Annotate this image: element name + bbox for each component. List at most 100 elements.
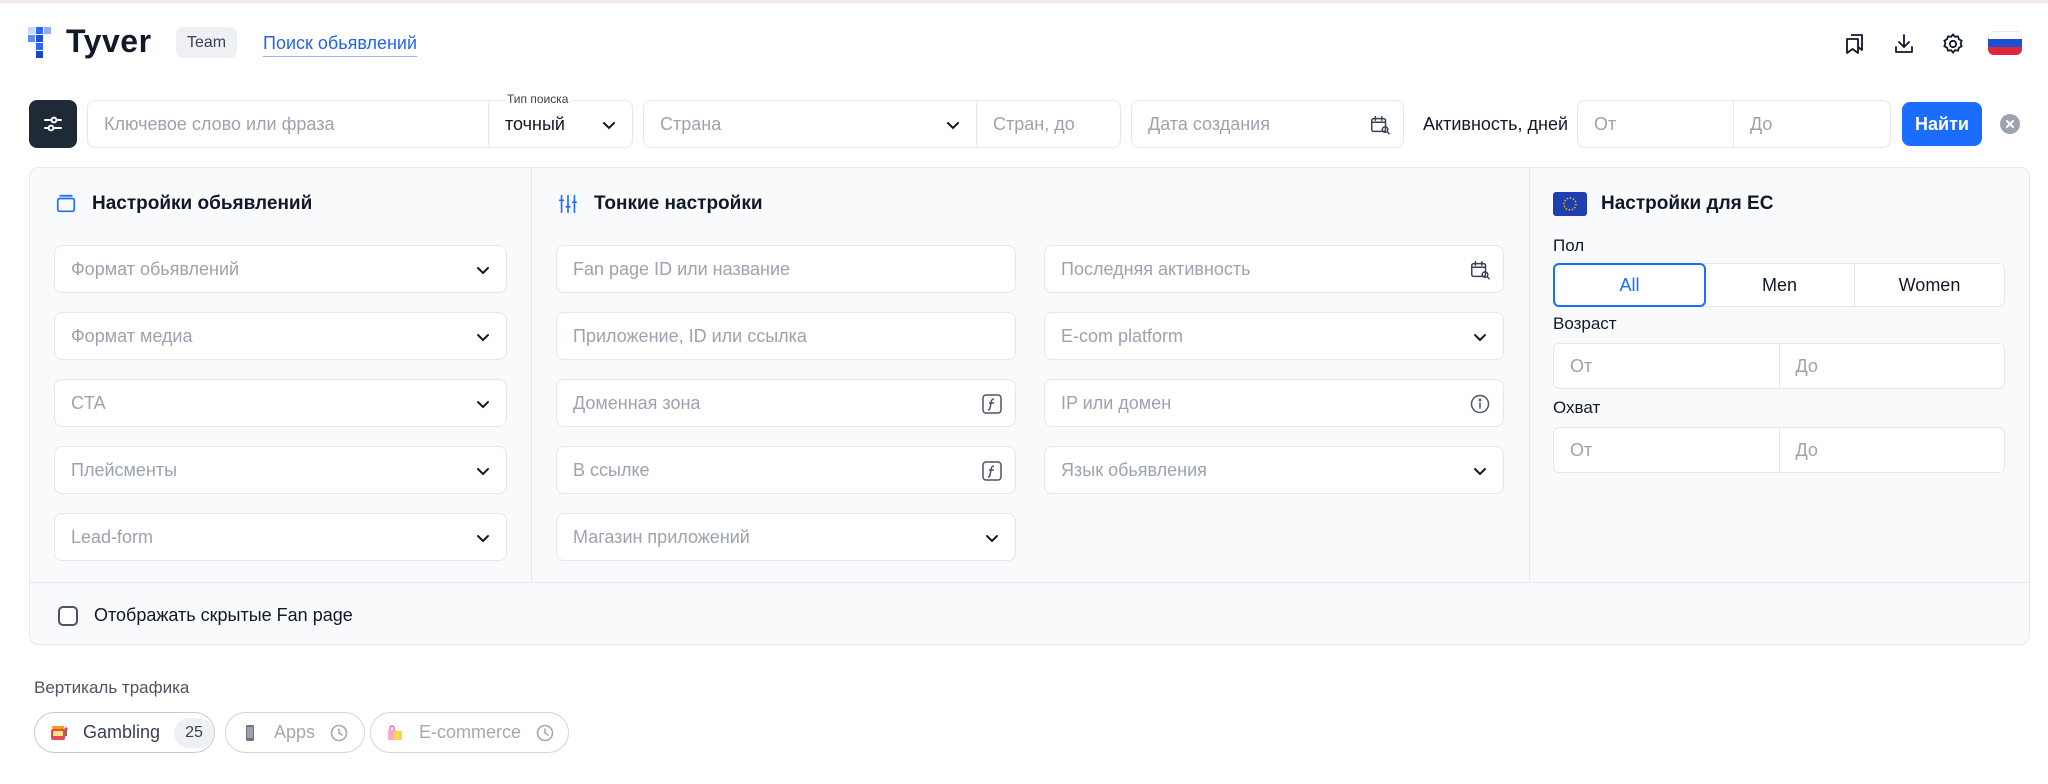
gender-option-men[interactable]: Men	[1705, 264, 1855, 306]
chip-gambling[interactable]: Gambling 25	[34, 712, 215, 753]
keyword-placeholder: Ключевое слово или фраза	[104, 113, 335, 134]
placements-placeholder: Плейсменты	[71, 459, 178, 480]
sliders-icon	[44, 116, 62, 132]
country-placeholder: Страна	[660, 113, 722, 134]
activity-to-placeholder: До	[1750, 113, 1773, 134]
chevron-down-icon	[477, 267, 489, 275]
last-activity-placeholder: Последняя активность	[1061, 258, 1251, 279]
ad-format-placeholder: Формат обьявлений	[71, 258, 240, 279]
eu-settings-title: Настройки для ЕС	[1601, 193, 1774, 214]
filters-toggle-button[interactable]	[29, 100, 77, 148]
eu-flag-icon	[1553, 192, 1587, 216]
show-hidden-label[interactable]: Отображать скрытые Fan page	[94, 605, 353, 626]
slot-machine-icon	[49, 723, 69, 743]
created-date-input[interactable]: Дата создания	[1131, 100, 1404, 148]
clear-search-icon[interactable]	[2000, 114, 2020, 134]
lead-form-placeholder: Lead-form	[71, 526, 154, 547]
media-format-placeholder: Формат медиа	[71, 325, 193, 346]
reach-range: От До	[1553, 427, 2005, 473]
chip-ecommerce[interactable]: E-commerce	[370, 712, 569, 753]
in-link-input[interactable]: В ссылке	[556, 446, 1016, 494]
brand-logo[interactable]: Tyver	[28, 23, 178, 63]
chevron-down-icon	[603, 122, 615, 130]
country-select[interactable]: Страна	[643, 100, 977, 148]
tuning-sliders-icon	[556, 192, 580, 216]
function-icon	[982, 394, 1002, 414]
activity-from-placeholder: От	[1594, 113, 1617, 134]
info-icon[interactable]	[1469, 393, 1491, 415]
bookmarks-icon[interactable]	[1840, 29, 1870, 59]
fine-settings-column: Тонкие настройки Fan page ID или названи…	[532, 168, 1530, 582]
media-format-select[interactable]: Формат медиа	[54, 312, 507, 360]
keyword-input[interactable]: Ключевое слово или фраза	[87, 100, 489, 148]
calendar-search-icon	[1471, 261, 1490, 280]
clock-icon	[536, 724, 554, 741]
chevron-down-icon	[986, 535, 998, 543]
lead-form-select[interactable]: Lead-form	[54, 513, 507, 561]
flag-ru-icon[interactable]	[1988, 31, 2022, 55]
fine-settings-title: Тонкие настройки	[594, 193, 763, 214]
domain-zone-input[interactable]: Доменная зона	[556, 379, 1016, 427]
gender-option-all[interactable]: All	[1553, 263, 1706, 307]
fine-settings-heading: Тонкие настройки	[556, 192, 763, 216]
chip-apps-label: Apps	[274, 722, 316, 742]
placements-select[interactable]: Плейсменты	[54, 446, 507, 494]
nav-ad-search-link[interactable]: Поиск обьявлений	[263, 33, 418, 57]
gender-option-women[interactable]: Women	[1855, 264, 2004, 306]
phone-icon	[240, 723, 260, 743]
search-type-select[interactable]: точный	[488, 100, 633, 148]
activity-from-input[interactable]: От	[1577, 100, 1734, 148]
find-button[interactable]: Найти	[1902, 102, 1982, 146]
ad-language-placeholder: Язык обьявления	[1061, 459, 1207, 480]
brand-name: Tyver	[66, 23, 152, 59]
age-range: От До	[1553, 343, 2005, 389]
chevron-down-icon	[477, 468, 489, 476]
ad-settings-heading: Настройки обьявлений	[54, 192, 312, 216]
ecom-platform-placeholder: E-com platform	[1061, 325, 1184, 346]
download-icon[interactable]	[1889, 29, 1919, 59]
age-label: Возраст	[1553, 314, 1617, 333]
chevron-down-icon	[477, 535, 489, 543]
fan-page-input[interactable]: Fan page ID или название	[556, 245, 1016, 293]
search-type-label: Тип поиска	[505, 92, 571, 106]
ecom-platform-select[interactable]: E-com platform	[1044, 312, 1504, 360]
activity-days-label: Активность, дней	[1423, 114, 1569, 134]
cta-select[interactable]: CTA	[54, 379, 507, 427]
ads-stack-icon	[54, 192, 78, 216]
calendar-search-icon	[1371, 116, 1390, 135]
app-store-select[interactable]: Магазин приложений	[556, 513, 1016, 561]
ip-domain-input[interactable]: IP или домен	[1044, 379, 1504, 427]
domain-zone-placeholder: Доменная зона	[573, 392, 701, 413]
country-to-input[interactable]: Стран, до	[976, 100, 1121, 148]
show-hidden-checkbox[interactable]	[58, 606, 78, 626]
fan-page-placeholder: Fan page ID или название	[573, 258, 791, 279]
settings-gear-icon[interactable]	[1938, 29, 1968, 59]
chip-ecommerce-label: E-commerce	[419, 722, 522, 742]
cta-placeholder: CTA	[71, 392, 106, 413]
ip-domain-placeholder: IP или домен	[1061, 392, 1172, 413]
shopping-bags-icon	[385, 723, 405, 743]
tyver-logo-icon	[28, 27, 51, 58]
app-header: Tyver Team Поиск обьявлений	[0, 3, 2048, 83]
chevron-down-icon	[477, 401, 489, 409]
activity-to-input[interactable]: До	[1733, 100, 1891, 148]
chevron-down-icon	[477, 334, 489, 342]
ad-format-select[interactable]: Формат обьявлений	[54, 245, 507, 293]
chip-gambling-count: 25	[174, 717, 215, 748]
eu-settings-heading: Настройки для ЕС	[1553, 192, 1773, 216]
ad-language-select[interactable]: Язык обьявления	[1044, 446, 1504, 494]
age-to-input[interactable]: До	[1780, 344, 2005, 388]
app-input[interactable]: Приложение, ID или ссылка	[556, 312, 1016, 360]
reach-from-input[interactable]: От	[1554, 428, 1780, 472]
app-store-placeholder: Магазин приложений	[573, 526, 750, 547]
reach-to-input[interactable]: До	[1780, 428, 2005, 472]
chevron-down-icon	[1474, 334, 1486, 342]
in-link-placeholder: В ссылке	[573, 459, 650, 480]
panel-footer: Отображать скрытые Fan page	[30, 582, 2029, 644]
last-activity-input[interactable]: Последняя активность	[1044, 245, 1504, 293]
chip-gambling-label: Gambling	[83, 722, 161, 742]
age-from-input[interactable]: От	[1554, 344, 1780, 388]
gender-segmented-control: All Men Women	[1553, 263, 2005, 307]
eu-settings-column: Настройки для ЕС Пол All Men Women Возра…	[1530, 168, 2029, 582]
chip-apps[interactable]: Apps	[225, 712, 365, 753]
